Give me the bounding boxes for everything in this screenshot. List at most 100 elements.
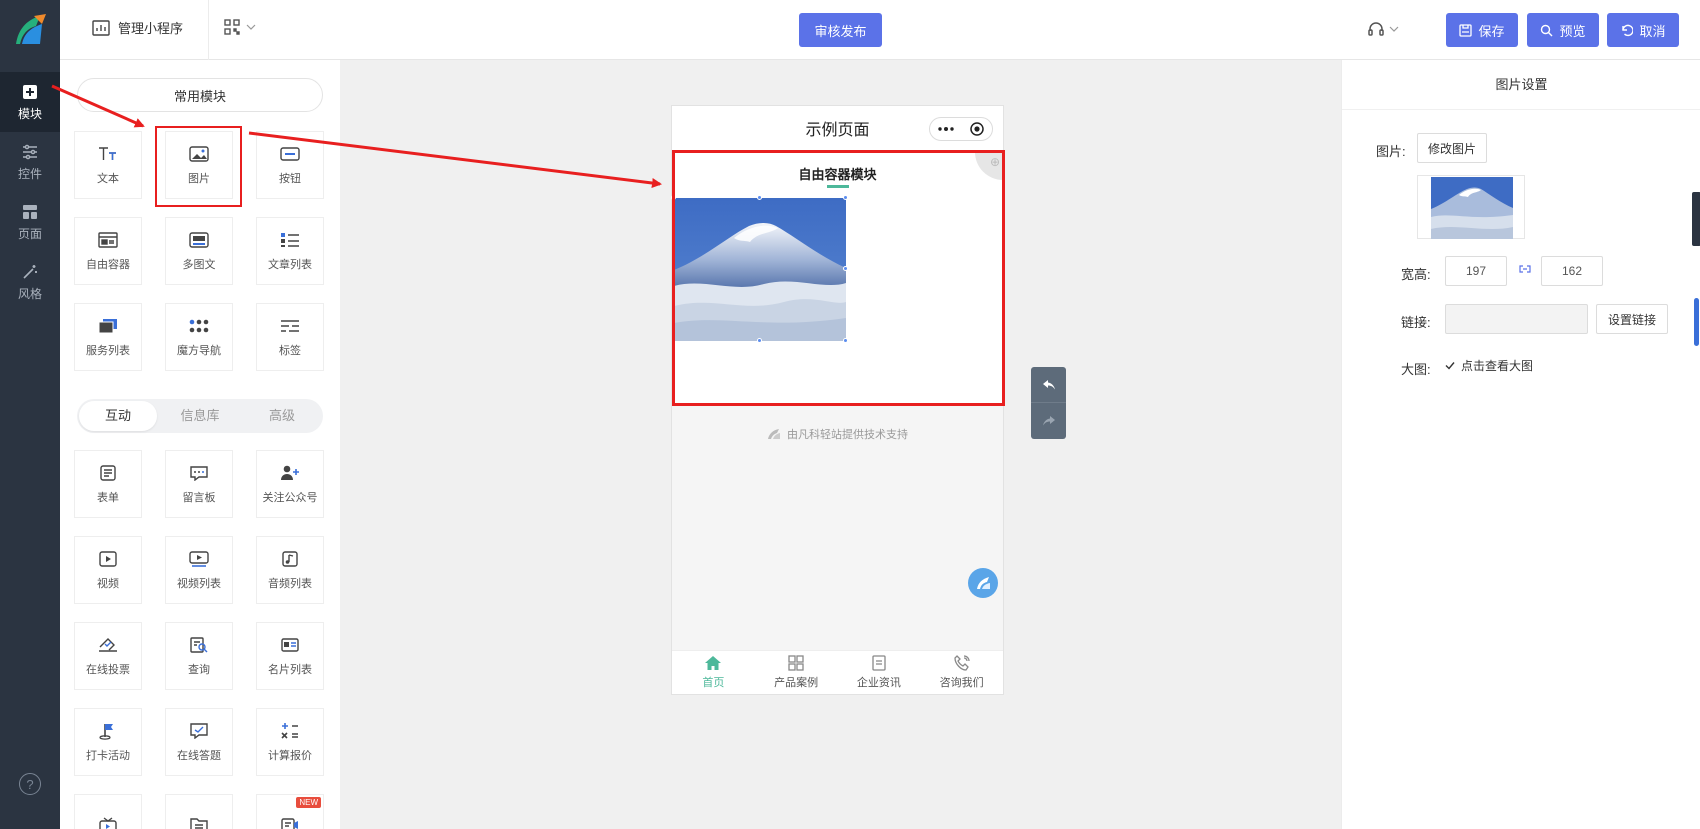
module-card-article-list[interactable]: 文章列表 — [256, 217, 324, 285]
rail-item-modules[interactable]: 模块 — [0, 72, 60, 132]
module-card-service-list[interactable]: 服务列表 — [74, 303, 142, 371]
module-card-live[interactable]: NEW — [256, 794, 324, 829]
publish-button[interactable]: 审核发布 — [799, 13, 882, 47]
module-card-cube-nav[interactable]: 魔方导航 — [165, 303, 233, 371]
save-label: 保存 — [1478, 23, 1505, 39]
cancel-label: 取消 — [1639, 23, 1666, 39]
undo-button[interactable] — [1031, 367, 1066, 403]
help-icon[interactable]: ? — [19, 773, 41, 795]
service-list-icon — [98, 316, 118, 336]
follow-account-icon — [280, 463, 300, 483]
app-logo-icon[interactable] — [12, 12, 48, 48]
tab-advanced[interactable]: 高级 — [243, 401, 321, 431]
module-card-checkin[interactable]: 打卡活动 — [74, 708, 142, 776]
support-dropdown[interactable] — [1367, 20, 1399, 38]
module-card-tag[interactable]: 标签 — [256, 303, 324, 371]
module-card-form[interactable]: 表单 — [74, 450, 142, 518]
new-badge: NEW — [296, 797, 321, 808]
phone-tabbar: 首页 产品案例 企业资讯 咨询我们 — [672, 650, 1003, 694]
module-card-label: 多图文 — [182, 259, 216, 271]
module-card-button[interactable]: 按钮 — [256, 131, 324, 199]
scrollbar-thumb[interactable] — [1692, 192, 1700, 246]
cancel-button[interactable]: 取消 — [1607, 13, 1679, 47]
button-icon — [280, 144, 300, 164]
floating-service-button[interactable] — [968, 568, 998, 598]
top-bar: 管理小程序 审核发布 保存 预览 取消 — [60, 0, 1700, 60]
module-card-follow-account[interactable]: 关注公众号 — [256, 450, 324, 518]
image-label: 图片: — [1376, 144, 1406, 159]
rail-item-style[interactable]: 风格 — [0, 252, 60, 312]
link-input[interactable] — [1445, 304, 1588, 334]
module-card-quiz[interactable]: 在线答题 — [165, 708, 233, 776]
module-card-message-board[interactable]: 留言板 — [165, 450, 233, 518]
module-card-multi-image-text[interactable]: 多图文 — [165, 217, 233, 285]
tab-product-cases[interactable]: 产品案例 — [755, 651, 838, 694]
resize-handle[interactable] — [757, 195, 762, 200]
resize-handle[interactable] — [757, 338, 762, 343]
rail-item-pages[interactable]: 页面 — [0, 192, 60, 252]
width-input[interactable]: 197 — [1445, 256, 1507, 286]
module-card-query[interactable]: 查询 — [165, 622, 233, 690]
module-card-label: 按钮 — [279, 173, 301, 185]
live-icon — [280, 815, 300, 829]
module-card-vote[interactable]: 在线投票 — [74, 622, 142, 690]
save-icon — [1459, 23, 1473, 37]
news-icon — [872, 655, 886, 671]
tab-contact-us[interactable]: 咨询我们 — [920, 651, 1003, 694]
tab-home[interactable]: 首页 — [672, 651, 755, 694]
mountain-image[interactable] — [671, 195, 848, 343]
rail-item-label: 风格 — [17, 286, 42, 301]
preview-label: 预览 — [1559, 23, 1586, 39]
tab-info-library[interactable]: 信息库 — [161, 401, 239, 431]
qr-dropdown[interactable] — [224, 19, 256, 35]
list-icon — [189, 815, 209, 829]
common-modules-header[interactable]: 常用模块 — [77, 78, 323, 112]
module-card-container[interactable]: 自由容器 — [74, 217, 142, 285]
height-input[interactable]: 162 — [1541, 256, 1603, 286]
module-card-video-list[interactable]: 视频列表 — [165, 536, 233, 604]
module-card-list[interactable] — [165, 794, 233, 829]
redo-button[interactable] — [1031, 403, 1066, 439]
more-icon — [938, 127, 954, 131]
image-thumbnail[interactable] — [1417, 175, 1525, 239]
module-card-tv[interactable] — [74, 794, 142, 829]
manage-miniprogram-button[interactable]: 管理小程序 — [92, 18, 183, 37]
module-card-calculator[interactable]: 计算报价 — [256, 708, 324, 776]
tab-company-news[interactable]: 企业资讯 — [838, 651, 921, 694]
module-card-image[interactable]: 图片 — [165, 131, 233, 199]
vote-icon — [98, 635, 118, 655]
search-icon — [1541, 24, 1553, 36]
free-container-module[interactable]: 自由容器模块 ⊕ — [671, 152, 1003, 406]
quiz-icon — [189, 721, 209, 741]
preview-button[interactable]: 预览 — [1527, 13, 1599, 47]
module-card-audio-list[interactable]: 音频列表 — [256, 536, 324, 604]
change-image-button[interactable]: 修改图片 — [1417, 133, 1487, 163]
cube-nav-icon — [189, 316, 209, 336]
module-card-label: 查询 — [188, 664, 210, 676]
resize-handle[interactable] — [843, 195, 848, 200]
module-card-card-list[interactable]: 名片列表 — [256, 622, 324, 690]
phone-icon — [953, 655, 970, 671]
tag-icon — [280, 316, 300, 336]
module-card-label: 音频列表 — [268, 578, 312, 590]
checkmark-icon — [1445, 362, 1455, 370]
module-card-video[interactable]: 视频 — [74, 536, 142, 604]
save-button[interactable]: 保存 — [1446, 13, 1518, 47]
set-link-button[interactable]: 设置链接 — [1596, 304, 1668, 334]
module-card-label: 打卡活动 — [86, 750, 130, 762]
resize-handle[interactable] — [671, 195, 676, 200]
resize-handle[interactable] — [843, 338, 848, 343]
click-view-large-checkbox[interactable]: 点击查看大图 — [1445, 357, 1533, 374]
click-view-large-label: 点击查看大图 — [1461, 359, 1534, 373]
lock-ratio-icon[interactable] — [1518, 265, 1532, 273]
module-card-text[interactable]: 文本 — [74, 131, 142, 199]
tab-interactive[interactable]: 互动 — [79, 401, 157, 431]
tab-label: 咨询我们 — [939, 677, 984, 689]
scrollbar-indicator[interactable] — [1694, 298, 1699, 346]
module-card-label: 在线投票 — [86, 664, 130, 676]
topbar-divider — [208, 0, 209, 60]
module-card-label: 服务列表 — [86, 345, 130, 357]
miniprogram-capsule[interactable] — [929, 117, 993, 141]
resize-handle[interactable] — [843, 266, 848, 271]
rail-item-controls[interactable]: 控件 — [0, 132, 60, 192]
